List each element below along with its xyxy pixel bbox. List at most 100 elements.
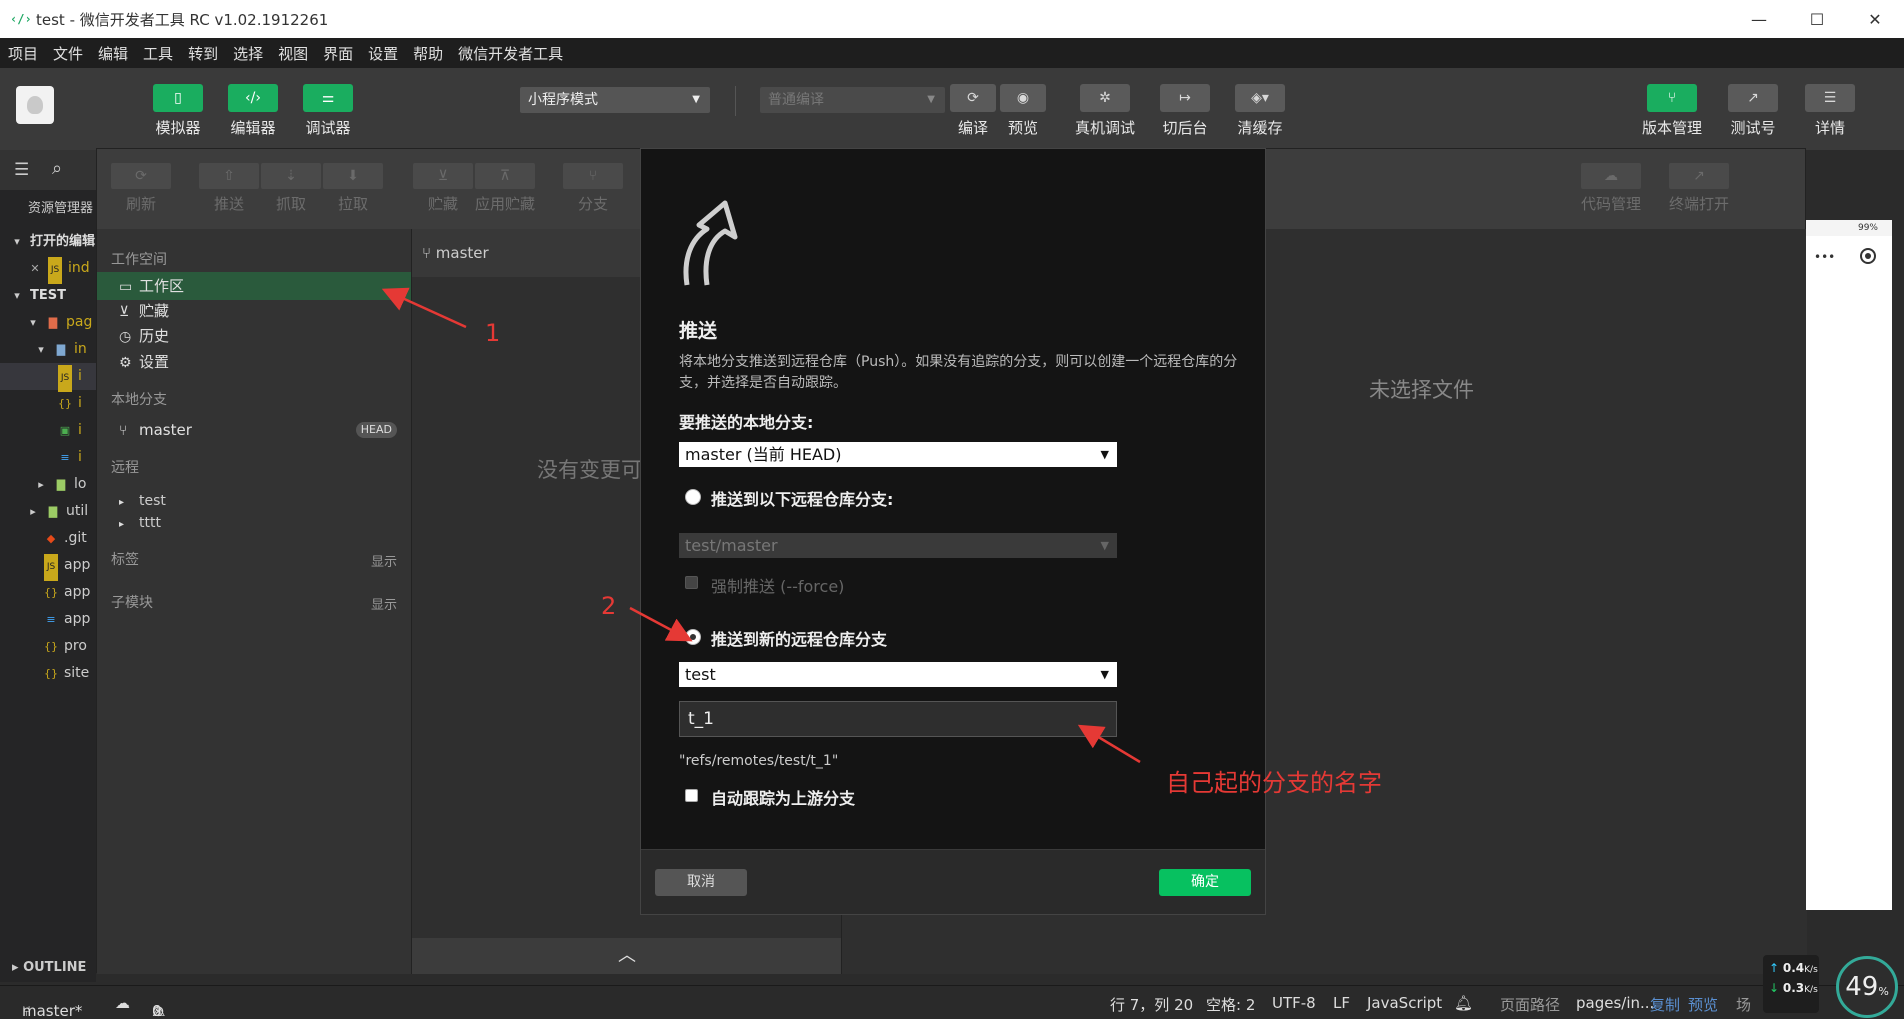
local-branch-select[interactable]: master (当前 HEAD) ▼: [679, 442, 1117, 467]
menu-tools[interactable]: 工具: [143, 43, 173, 64]
compile-button[interactable]: ⟳ 编译: [950, 84, 996, 138]
push-new-radio[interactable]: [685, 629, 701, 645]
tree-item[interactable]: {} i: [0, 390, 96, 417]
submodules-show-link[interactable]: 显示: [371, 594, 397, 613]
more-icon[interactable]: •••: [1814, 250, 1835, 264]
chevron-right-icon: ▸: [30, 505, 36, 518]
preview-link[interactable]: 预览: [1688, 994, 1718, 1015]
nav-workspace[interactable]: ▭ 工作区: [97, 272, 411, 300]
clear-cache-button[interactable]: ◈▾ 清缓存: [1235, 84, 1285, 138]
remote-select[interactable]: test ▼: [679, 662, 1117, 687]
branch-button[interactable]: ⑂ 分支: [563, 163, 623, 214]
nav-stash[interactable]: ⊻ 贮藏: [97, 297, 411, 325]
simulator-preview[interactable]: 99% •••: [1806, 220, 1892, 910]
details-button[interactable]: ☰ 详情: [1805, 84, 1855, 138]
auto-track-checkbox[interactable]: [685, 789, 698, 802]
tree-item[interactable]: JS i: [0, 363, 96, 392]
explorer-tabbar: ☰ ⌕: [0, 150, 96, 190]
stash-button[interactable]: ⊻ 贮藏: [413, 163, 473, 214]
outline-section[interactable]: ▸ OUTLINE: [0, 954, 96, 982]
terminal-open-button[interactable]: ↗ 终端打开: [1669, 163, 1729, 214]
nav-settings[interactable]: ⚙ 设置: [97, 348, 411, 376]
push-existing-radio[interactable]: [685, 489, 701, 505]
new-branch-name-input[interactable]: t_1: [679, 701, 1117, 737]
fetch-button[interactable]: ⇣ 抓取: [261, 163, 321, 214]
apply-stash-button[interactable]: ⊼ 应用贮藏: [475, 163, 535, 214]
expand-toggle[interactable]: ︿: [412, 938, 842, 974]
simulator-toggle[interactable]: ▯ 模拟器: [153, 84, 203, 138]
background-button[interactable]: ↦ 切后台: [1160, 84, 1210, 138]
menu-interface[interactable]: 界面: [323, 43, 353, 64]
tree-item[interactable]: JS app: [0, 552, 96, 581]
menu-select[interactable]: 选择: [233, 43, 263, 64]
maximize-button[interactable]: ☐: [1788, 0, 1846, 38]
bell-icon[interactable]: 🔔︎: [1454, 994, 1473, 1012]
existing-remote-branch-select[interactable]: test/master ▼: [679, 533, 1117, 558]
cursor-position[interactable]: 行 7，列 20: [1110, 994, 1193, 1015]
capsule-close-icon[interactable]: [1860, 248, 1876, 264]
code-manage-button[interactable]: ☁ 代码管理: [1581, 163, 1641, 214]
cloud-icon: ☁: [1581, 163, 1641, 189]
debugger-toggle[interactable]: ⚌ 调试器: [303, 84, 353, 138]
nav-history[interactable]: ◷ 历史: [97, 322, 411, 350]
list-icon[interactable]: ☰: [14, 160, 29, 180]
tree-item[interactable]: ◆ .git: [0, 525, 96, 552]
force-push-checkbox[interactable]: [685, 576, 698, 589]
mode-select[interactable]: 小程序模式 ▼: [520, 87, 710, 113]
editor-toggle[interactable]: ‹/› 编辑器: [228, 84, 278, 138]
tree-item[interactable]: ▣ i: [0, 417, 96, 444]
menu-project[interactable]: 项目: [8, 43, 38, 64]
tree-item[interactable]: ▾ ▇ in: [0, 336, 96, 363]
remote-item[interactable]: ▸ tttt: [97, 509, 411, 537]
nav-settings-label: 设置: [139, 353, 170, 371]
project-section[interactable]: ▾ TEST: [0, 282, 96, 309]
menu-wechat-devtools[interactable]: 微信开发者工具: [458, 43, 563, 64]
menu-goto[interactable]: 转到: [188, 43, 218, 64]
preview-button[interactable]: ◉ 预览: [1000, 84, 1046, 138]
version-button[interactable]: ⑂ 版本管理: [1642, 84, 1702, 138]
no-changes-text: 没有变更可: [537, 458, 642, 482]
tree-item[interactable]: ▾ ▇ pag: [0, 309, 96, 336]
simulator-label: 模拟器: [155, 119, 201, 137]
pull-button[interactable]: ⬇ 拉取: [323, 163, 383, 214]
tree-item[interactable]: {} site: [0, 660, 96, 687]
pull-icon: ⬇: [323, 163, 383, 189]
tree-item[interactable]: {} pro: [0, 633, 96, 660]
open-editor-item[interactable]: ✕ JS ind: [0, 255, 96, 284]
eol-status[interactable]: LF: [1333, 994, 1350, 1012]
code-manage-label: 代码管理: [1581, 195, 1642, 213]
indent-status[interactable]: 空格: 2: [1206, 994, 1255, 1015]
close-icon[interactable]: ✕: [28, 255, 42, 282]
compile-select[interactable]: 普通编译 ▼: [760, 87, 945, 113]
search-icon[interactable]: ⌕: [52, 158, 62, 179]
tree-item[interactable]: ▸ ▇ lo: [0, 471, 96, 498]
copy-link[interactable]: 复制: [1650, 994, 1680, 1015]
tags-show-link[interactable]: 显示: [371, 551, 397, 570]
open-editors-section[interactable]: ▾ 打开的编辑: [0, 228, 96, 255]
test-account-button[interactable]: ↗ 测试号: [1728, 84, 1778, 138]
local-branch-item[interactable]: ⑂ master HEAD: [97, 416, 411, 444]
menu-edit[interactable]: 编辑: [98, 43, 128, 64]
encoding-status[interactable]: UTF-8: [1272, 994, 1316, 1012]
menu-help[interactable]: 帮助: [413, 43, 443, 64]
tree-item-label: i: [78, 395, 82, 411]
language-status[interactable]: JavaScript: [1367, 994, 1442, 1012]
cancel-button[interactable]: 取消: [655, 869, 747, 896]
menu-view[interactable]: 视图: [278, 43, 308, 64]
confirm-button[interactable]: 确定: [1159, 869, 1251, 896]
push-button[interactable]: ⇧ 推送: [199, 163, 259, 214]
refresh-button[interactable]: ⟳ 刷新: [111, 163, 171, 214]
tree-item[interactable]: ≡ app: [0, 606, 96, 633]
open-editors-label: 打开的编辑: [30, 234, 96, 249]
tree-item[interactable]: ▸ ▇ util: [0, 498, 96, 525]
remote-debug-button[interactable]: ✲ 真机调试: [1075, 84, 1135, 138]
tree-item[interactable]: {} app: [0, 579, 96, 606]
dialog-footer: 取消 确定: [641, 849, 1265, 914]
sync-icon[interactable]: ☁: [115, 994, 130, 1012]
avatar[interactable]: [16, 86, 54, 124]
tree-item[interactable]: ≡ i: [0, 444, 96, 471]
menu-file[interactable]: 文件: [53, 43, 83, 64]
close-button[interactable]: ✕: [1846, 0, 1904, 38]
minimize-button[interactable]: —: [1730, 0, 1788, 38]
menu-settings[interactable]: 设置: [368, 43, 398, 64]
